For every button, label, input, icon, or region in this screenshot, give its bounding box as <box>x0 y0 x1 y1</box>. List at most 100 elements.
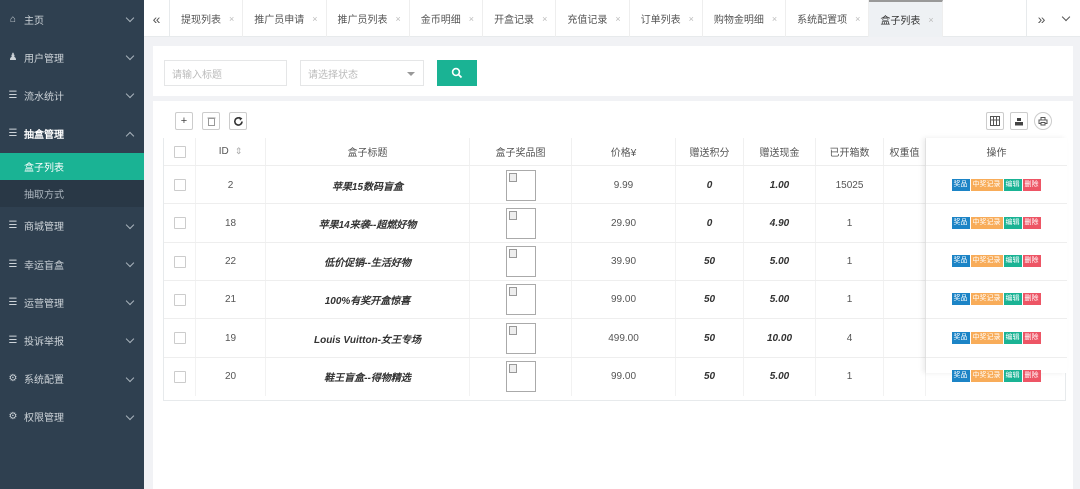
header-price[interactable]: 价格¥ <box>572 138 676 165</box>
print-button[interactable] <box>1034 112 1052 130</box>
close-icon[interactable]: × <box>855 14 860 24</box>
delete-row-button[interactable]: 删除 <box>1022 178 1041 191</box>
header-points[interactable]: 赠送积分 <box>676 138 744 165</box>
double-chevron-left-icon[interactable]: « <box>144 0 170 37</box>
edit-button[interactable]: 编辑 <box>1003 331 1022 344</box>
delete-row-button[interactable]: 删除 <box>1022 293 1041 306</box>
close-icon[interactable]: × <box>928 15 933 25</box>
records-button[interactable]: 中奖记录 <box>970 178 1003 191</box>
status-select[interactable]: 请选择状态 <box>300 60 424 86</box>
edit-button[interactable]: 编辑 <box>1003 293 1022 306</box>
tab-item[interactable]: 提现列表 × <box>170 0 244 37</box>
row-checkbox[interactable] <box>173 332 186 345</box>
row-checkbox[interactable] <box>173 293 186 306</box>
tab-item[interactable]: 订单列表 × <box>630 0 703 37</box>
header-title[interactable]: 盒子标题 <box>266 138 470 165</box>
users-icon: ♟ <box>8 51 18 63</box>
close-icon[interactable]: × <box>689 14 694 24</box>
prize-button[interactable]: 奖品 <box>951 178 970 191</box>
records-button[interactable]: 中奖记录 <box>970 216 1003 229</box>
delete-button[interactable] <box>202 112 220 130</box>
records-button[interactable]: 中奖记录 <box>970 293 1003 306</box>
cell-weight <box>884 204 926 243</box>
columns-button[interactable] <box>986 112 1004 130</box>
cell-title: 100%有奖开盒惊喜 <box>266 280 470 319</box>
prize-button[interactable]: 奖品 <box>951 293 970 306</box>
row-checkbox[interactable] <box>173 255 186 268</box>
close-icon[interactable]: × <box>772 14 777 24</box>
close-icon[interactable]: × <box>229 14 234 24</box>
export-button[interactable] <box>1010 112 1028 130</box>
sidebar-item[interactable]: ♟ 用户管理 <box>0 38 144 76</box>
close-icon[interactable]: × <box>542 14 547 24</box>
sidebar-submenu: 盒子列表 抽取方式 <box>0 152 144 207</box>
header-cash[interactable]: 赠送现金 <box>744 138 816 165</box>
tab-item[interactable]: 系统配置项 × <box>786 0 870 37</box>
delete-row-button[interactable]: 删除 <box>1022 255 1041 268</box>
sidebar-item[interactable]: ⚙ 权限管理 <box>0 398 144 436</box>
chevron-down-icon[interactable] <box>1056 0 1076 37</box>
sidebar-item[interactable]: ☰ 流水统计 <box>0 76 144 114</box>
sidebar-item[interactable]: ⚙ 系统配置 <box>0 360 144 398</box>
title-search-input[interactable]: 请输入标题 <box>164 60 287 86</box>
search-icon <box>451 67 463 79</box>
close-icon[interactable]: × <box>396 14 401 24</box>
add-glyph: + <box>180 115 188 127</box>
prize-button[interactable]: 奖品 <box>951 370 970 382</box>
cell-opened: 1 <box>816 280 884 319</box>
row-checkbox[interactable] <box>173 217 186 230</box>
edit-button[interactable]: 编辑 <box>1003 178 1022 191</box>
sidebar-item[interactable]: ☰ 投诉举报 <box>0 321 144 359</box>
tab-item[interactable]: 购物金明细 × <box>703 0 787 37</box>
print-icon <box>1038 117 1048 126</box>
cell-price-value: 39.90 <box>610 256 637 268</box>
row-checkbox[interactable] <box>173 370 186 383</box>
sidebar-item[interactable]: ☰ 幸运盲盒 <box>0 245 144 283</box>
search-button[interactable] <box>437 60 477 86</box>
add-button[interactable]: + <box>175 112 193 130</box>
records-button[interactable]: 中奖记录 <box>970 255 1003 268</box>
header-opened[interactable]: 已开箱数 <box>816 138 884 165</box>
cell-title-value: 低价促销--生活好物 <box>324 258 411 270</box>
tab-item[interactable]: 盒子列表 × <box>869 0 943 37</box>
delete-row-button[interactable]: 删除 <box>1022 370 1041 382</box>
sidebar-item[interactable]: ☰ 运营管理 <box>0 283 144 321</box>
cell-cb <box>164 319 196 358</box>
tab-item[interactable]: 推广员列表 × <box>327 0 410 37</box>
close-icon[interactable]: × <box>469 14 474 24</box>
sidebar-item[interactable]: ☰ 商城管理 <box>0 207 144 245</box>
tab-item[interactable]: 金币明细 × <box>410 0 484 37</box>
sort-icon[interactable]: ⇕ <box>235 146 243 157</box>
sidebar-subitem[interactable]: 盒子列表 <box>0 152 144 180</box>
cell-points-value: 50 <box>703 332 716 344</box>
prize-button[interactable]: 奖品 <box>951 255 970 268</box>
records-button[interactable]: 中奖记录 <box>970 331 1003 344</box>
edit-button[interactable]: 编辑 <box>1003 255 1022 268</box>
edit-button[interactable]: 编辑 <box>1003 370 1022 382</box>
tab-item[interactable]: 充值记录 × <box>556 0 630 37</box>
prize-button[interactable]: 奖品 <box>951 331 970 344</box>
delete-row-button[interactable]: 删除 <box>1022 216 1041 229</box>
delete-row-button[interactable]: 删除 <box>1022 331 1041 344</box>
header-weight[interactable]: 权重值 <box>884 138 926 165</box>
close-icon[interactable]: × <box>312 14 317 24</box>
sidebar-item[interactable]: ⌂ 主页 <box>0 0 144 38</box>
header-id-label: ID <box>218 146 229 157</box>
tab-item[interactable]: 开盒记录 × <box>483 0 557 37</box>
prize-button[interactable]: 奖品 <box>951 216 970 229</box>
select-all-checkbox[interactable] <box>173 145 186 158</box>
header-id[interactable]: ID ⇕ <box>196 138 266 165</box>
refresh-button[interactable] <box>229 112 247 130</box>
sidebar-item[interactable]: ☰ 抽盒管理 <box>0 115 144 153</box>
edit-button[interactable]: 编辑 <box>1003 216 1022 229</box>
tab-item[interactable]: 推广员申请 × <box>243 0 327 37</box>
row-checkbox[interactable] <box>173 179 186 191</box>
close-icon[interactable]: × <box>615 14 620 24</box>
sidebar-subitem[interactable]: 抽取方式 <box>0 180 144 207</box>
records-button[interactable]: 中奖记录 <box>970 370 1003 382</box>
header-image[interactable]: 盒子奖品图 <box>470 138 572 165</box>
double-chevron-right-icon[interactable]: » <box>1026 0 1056 37</box>
chevron-up-icon <box>125 131 135 140</box>
broken-image-icon <box>505 322 536 354</box>
cell-opened-value: 1 <box>846 217 853 229</box>
